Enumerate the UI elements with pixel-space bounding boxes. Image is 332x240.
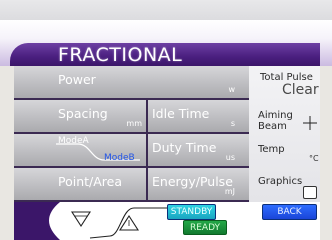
crosshair-icon[interactable] — [303, 116, 317, 130]
idle-time-cell[interactable]: Idle Time s — [148, 100, 249, 132]
graphics-label: Graphics — [258, 176, 303, 187]
mode-b-label: ModeB — [104, 153, 135, 163]
aiming-beam-label-2: Beam — [258, 121, 287, 132]
energy-pulse-label: Energy/Pulse — [152, 174, 233, 189]
page-title: FRACTIONAL — [58, 44, 183, 66]
spacing-unit: mm — [126, 119, 142, 128]
aiming-beam-label-1: Aiming — [258, 110, 293, 121]
duty-time-cell[interactable]: Duty Time us — [148, 134, 249, 166]
energy-pulse-cell[interactable]: Energy/Pulse mJ — [148, 168, 249, 200]
duty-time-unit: us — [225, 153, 235, 162]
point-area-label: Point/Area — [58, 174, 123, 189]
clear-button[interactable]: Clear — [282, 82, 319, 98]
temp-unit: °C — [309, 154, 319, 163]
point-area-cell[interactable]: Point/Area — [14, 168, 146, 200]
graphics-icon[interactable] — [303, 186, 317, 199]
energy-pulse-unit: mJ — [224, 187, 235, 196]
top-bar — [0, 0, 332, 20]
power-cell[interactable]: Power w — [14, 66, 249, 98]
ready-button[interactable]: READY — [183, 220, 227, 235]
spacing-cell[interactable]: Spacing mm — [14, 100, 146, 132]
idle-time-label: Idle Time — [152, 106, 210, 121]
spacing-label: Spacing — [58, 106, 108, 121]
standby-button[interactable]: STANDBY — [167, 204, 216, 220]
power-label: Power — [58, 72, 96, 87]
duty-time-label: Duty Time — [152, 140, 217, 155]
mode-a-label: ModeA — [58, 136, 89, 146]
temp-label: Temp — [258, 144, 285, 155]
shutter-control-icon[interactable] — [14, 202, 174, 240]
power-unit: w — [228, 85, 235, 94]
mode-cell[interactable]: ModeA ModeB — [14, 134, 146, 166]
idle-time-unit: s — [230, 119, 235, 128]
back-button[interactable]: BACK — [262, 204, 317, 220]
